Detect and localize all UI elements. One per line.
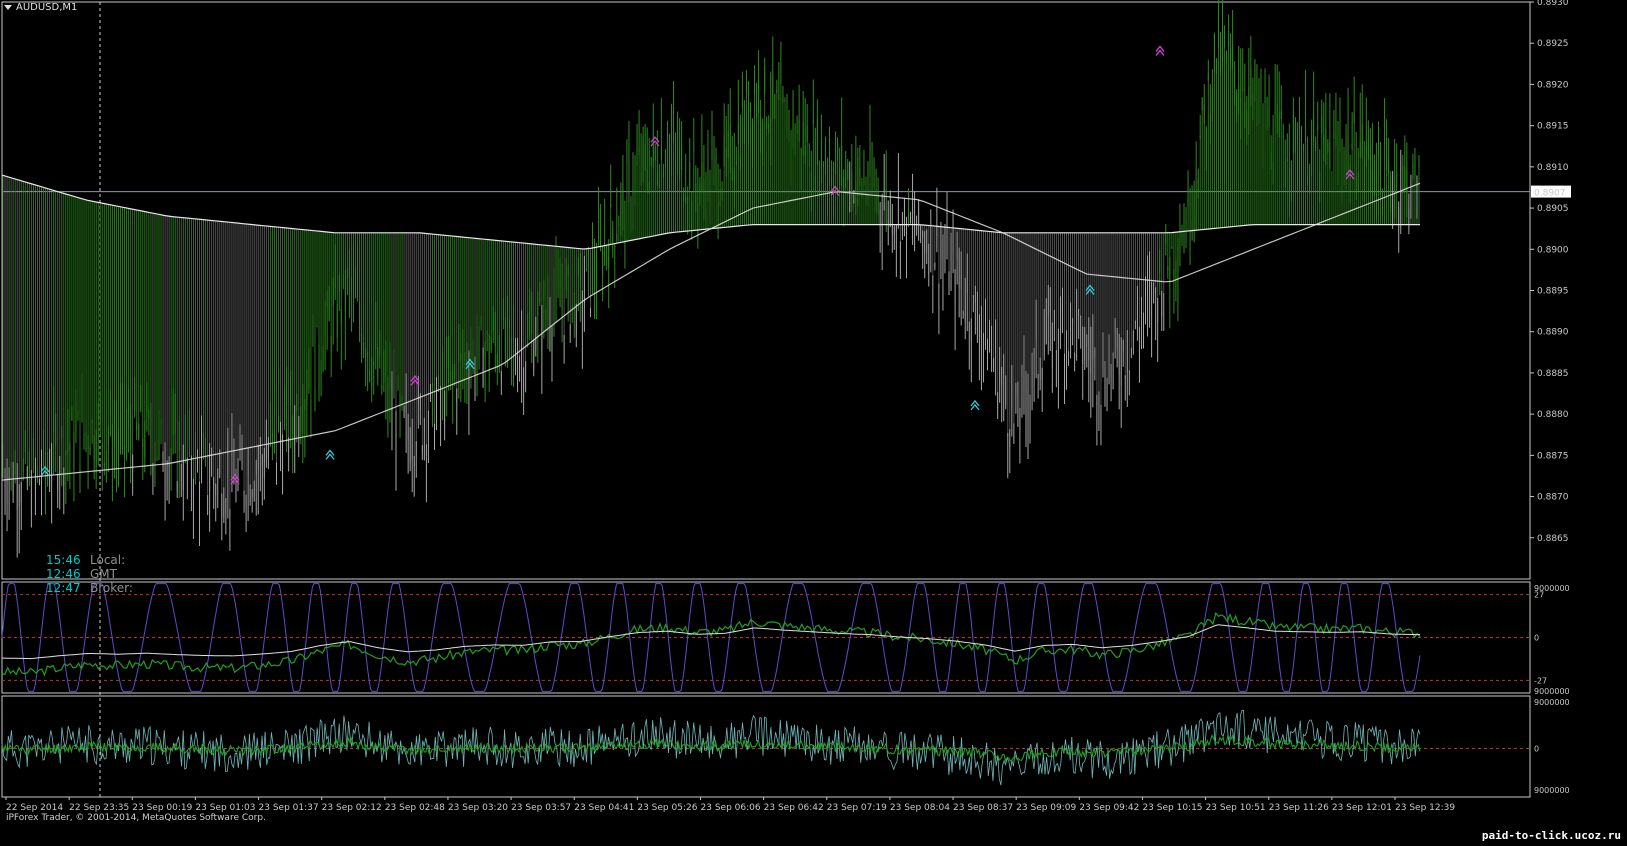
clock-row: 15:46 Local:	[46, 553, 133, 567]
y-tick-label: 0.8930	[1537, 0, 1569, 8]
x-tick-label: 23 Sep 03:57	[511, 803, 571, 813]
clock-name: Broker:	[90, 581, 133, 595]
x-tick-label: 23 Sep 06:42	[764, 803, 824, 813]
clock-panel: 15:46 Local: 12:46 GMT 12:47 Broker:	[46, 553, 133, 595]
x-tick-label: 23 Sep 09:42	[1079, 803, 1139, 813]
oscillator-2-tick-label: 9000000	[1534, 786, 1570, 795]
x-tick-label: 23 Sep 02:48	[385, 803, 445, 813]
x-tick-label: 23 Sep 02:12	[322, 803, 382, 813]
x-tick-label: 23 Sep 12:01	[1332, 803, 1392, 813]
x-tick-label: 23 Sep 12:39	[1395, 803, 1455, 813]
fast-moving-average	[1, 182, 1421, 481]
x-tick-label: 23 Sep 01:03	[195, 803, 255, 813]
y-tick-label: 0.8875	[1537, 451, 1569, 461]
copyright-text: iPForex Trader, © 2001-2014, MetaQuotes …	[6, 813, 266, 823]
oscillator-2-green-line	[1, 733, 1421, 763]
x-tick-label: 22 Sep 23:35	[69, 803, 129, 813]
x-tick-label: 23 Sep 01:37	[259, 803, 319, 813]
x-tick-label: 23 Sep 05:26	[637, 803, 697, 813]
x-tick-label: 23 Sep 09:09	[1016, 803, 1076, 813]
signal-arrow-icon	[1155, 45, 1165, 56]
y-tick-label: 0.8870	[1537, 493, 1569, 503]
clock-time: 12:46	[46, 567, 81, 581]
chart-canvas[interactable]: 0.8930 0.8925 0.8920 0.8915 0.8910 0.8905 0.89…	[0, 0, 1627, 846]
y-tick-label: 0.8895	[1537, 287, 1569, 297]
watermark-text: paid-to-click.ucoz.ru	[1481, 829, 1621, 842]
clock-row: 12:47 Broker:	[46, 581, 133, 595]
y-tick-label: 0.8915	[1537, 122, 1569, 132]
x-tick-label: 22 Sep 2014	[6, 803, 63, 813]
clock-name: GMT	[90, 567, 117, 581]
x-tick-label: 23 Sep 07:19	[827, 803, 887, 813]
current-price-label: 0.8907	[1534, 189, 1566, 199]
oscillator-1-tick-label: 27	[1534, 591, 1544, 600]
price-bars	[2, 0, 1420, 558]
x-tick-label: 23 Sep 06:06	[701, 803, 761, 813]
y-tick-label: 0.8865	[1537, 534, 1569, 544]
x-tick-label: 23 Sep 00:19	[132, 803, 192, 813]
dropdown-triangle-icon[interactable]	[4, 4, 12, 10]
signal-arrow-icon	[970, 399, 980, 411]
y-tick-label: 0.8885	[1537, 369, 1569, 379]
x-tick-label: 23 Sep 03:20	[448, 803, 508, 813]
chart-window[interactable]: 0.8930 0.8925 0.8920 0.8915 0.8910 0.8905 0.89…	[0, 0, 1627, 846]
clock-time: 15:46	[46, 553, 81, 567]
x-tick-label: 23 Sep 08:04	[890, 803, 950, 813]
chart-title: AUDUSD,M1	[4, 2, 77, 13]
y-tick-label: 0.8905	[1537, 204, 1569, 214]
oscillator-1-tick-label: 0	[1534, 634, 1539, 643]
y-tick-label: 0.8920	[1537, 80, 1569, 90]
oscillator-2-tick-label: 9000000	[1534, 698, 1570, 707]
y-tick-label: 0.8880	[1537, 410, 1569, 420]
y-tick-label: 0.8910	[1537, 163, 1569, 173]
x-tick-label: 23 Sep 11:26	[1269, 803, 1329, 813]
y-tick-label: 0.8890	[1537, 328, 1569, 338]
x-tick-label: 23 Sep 10:15	[1142, 803, 1202, 813]
x-tick-label: 23 Sep 10:51	[1206, 803, 1266, 813]
oscillator-1-tick-label: 9000000	[1534, 687, 1570, 696]
symbol-label: AUDUSD,M1	[16, 2, 78, 13]
price-panel-frame	[1, 1, 1531, 580]
oscillator-2-tick-label: 0	[1534, 745, 1539, 754]
y-tick-label: 0.8925	[1537, 39, 1569, 49]
slow-moving-average	[1, 174, 1420, 250]
x-tick-label: 23 Sep 04:41	[574, 803, 634, 813]
oscillator-1-signal-line	[2, 624, 1420, 660]
oscillator-1-tick-label: -27	[1534, 676, 1547, 685]
clock-name: Local:	[90, 553, 126, 567]
x-tick-label: 23 Sep 08:37	[953, 803, 1013, 813]
clock-row: 12:46 GMT	[46, 567, 133, 581]
clock-time: 12:47	[46, 581, 81, 595]
signal-arrow-icon	[325, 449, 335, 460]
y-tick-label: 0.8900	[1537, 245, 1569, 255]
